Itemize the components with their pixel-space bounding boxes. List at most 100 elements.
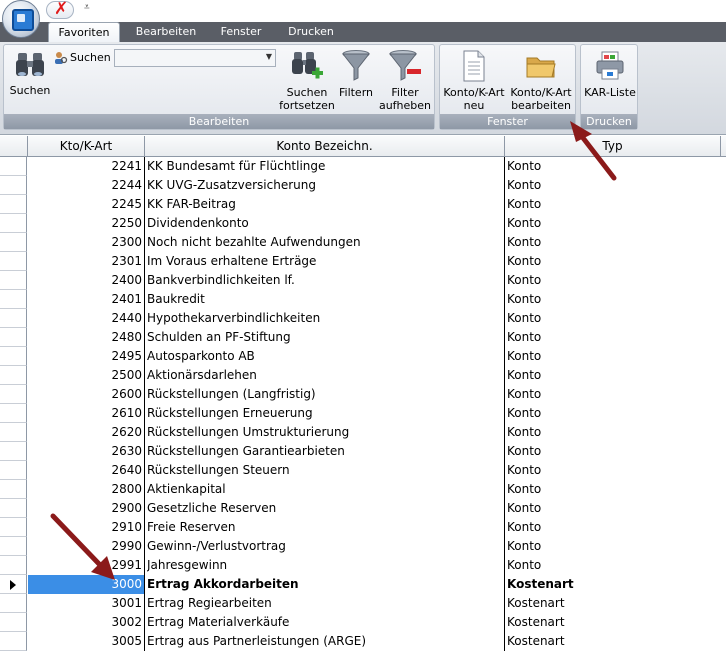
cell-typ[interactable]: Konto [507, 195, 717, 214]
cell-bezeichnung[interactable]: Noch nicht bezahlte Aufwendungen [147, 233, 503, 252]
cell-typ[interactable]: Kostenart [507, 594, 717, 613]
table-row[interactable]: 2991 Jahresgewinn Konto [0, 556, 726, 575]
filter-button[interactable]: Filtern [338, 49, 374, 99]
cell-bezeichnung[interactable]: Hypothekarverbindlichkeiten [147, 309, 503, 328]
cell-bezeichnung[interactable]: Rückstellungen Steuern [147, 461, 503, 480]
cell-kto[interactable]: 2244 [28, 176, 144, 195]
table-row[interactable]: 2245 KK FAR-Beitrag Konto [0, 195, 726, 214]
cell-kto[interactable]: 2401 [28, 290, 144, 309]
cell-bezeichnung[interactable]: Jahresgewinn [147, 556, 503, 575]
cell-bezeichnung[interactable]: Ertrag aus Partnerleistungen (ARGE) [147, 632, 503, 651]
cell-typ[interactable]: Konto [507, 328, 717, 347]
cell-kto[interactable]: 2495 [28, 347, 144, 366]
table-row[interactable]: 2480 Schulden an PF-Stiftung Konto [0, 328, 726, 347]
cell-typ[interactable]: Konto [507, 157, 717, 176]
cell-bezeichnung[interactable]: Ertrag Regiearbeiten [147, 594, 503, 613]
table-row[interactable]: 2241 KK Bundesamt für Flüchtlinge Konto [0, 157, 726, 176]
cell-typ[interactable]: Konto [507, 480, 717, 499]
column-header-typ[interactable]: Typ [505, 136, 721, 156]
cell-kto[interactable]: 2990 [28, 537, 144, 556]
tab-bearbeiten[interactable]: Bearbeiten [128, 22, 204, 42]
table-row[interactable]: 2900 Gesetzliche Reserven Konto [0, 499, 726, 518]
cell-kto[interactable]: 2630 [28, 442, 144, 461]
column-header-kto[interactable]: Kto/K-Art [28, 136, 145, 156]
cell-typ[interactable]: Konto [507, 518, 717, 537]
cell-bezeichnung[interactable]: Dividendenkonto [147, 214, 503, 233]
cell-typ[interactable]: Konto [507, 271, 717, 290]
cell-bezeichnung[interactable]: Aktienkapital [147, 480, 503, 499]
cell-kto[interactable]: 2241 [28, 157, 144, 176]
cell-kto[interactable]: 2910 [28, 518, 144, 537]
cell-kto[interactable]: 2900 [28, 499, 144, 518]
cell-bezeichnung[interactable]: Im Voraus erhaltene Erträge [147, 252, 503, 271]
cell-kto[interactable]: 3001 [28, 594, 144, 613]
cell-typ[interactable]: Konto [507, 252, 717, 271]
cell-kto[interactable]: 2620 [28, 423, 144, 442]
cell-typ[interactable]: Konto [507, 366, 717, 385]
table-row[interactable]: 2300 Noch nicht bezahlte Aufwendungen Kont… [0, 233, 726, 252]
kar-list-button[interactable]: KAR-Liste [582, 49, 638, 99]
table-row[interactable]: 2800 Aktienkapital Konto [0, 480, 726, 499]
table-row[interactable]: 2250 Dividendenkonto Konto [0, 214, 726, 233]
cell-typ[interactable]: Kostenart [507, 613, 717, 632]
tab-fenster[interactable]: Fenster [210, 22, 272, 42]
cell-kto[interactable]: 3000 [28, 575, 144, 594]
cell-bezeichnung[interactable]: Bankverbindlichkeiten lf. [147, 271, 503, 290]
cell-kto[interactable]: 2250 [28, 214, 144, 233]
cell-bezeichnung[interactable]: Autosparkonto AB [147, 347, 503, 366]
close-button[interactable]: ✗ [46, 0, 74, 19]
cell-bezeichnung[interactable]: KK UVG-Zusatzversicherung [147, 176, 503, 195]
cell-typ[interactable]: Konto [507, 442, 717, 461]
search-input[interactable]: ▼ [114, 49, 276, 67]
table-row[interactable]: 3000 Ertrag Akkordarbeiten Kostenart [0, 575, 726, 594]
cell-bezeichnung[interactable]: Ertrag Akkordarbeiten [147, 575, 503, 594]
cell-kto[interactable]: 2991 [28, 556, 144, 575]
table-row[interactable]: 2500 Aktionärsdarlehen Konto [0, 366, 726, 385]
cell-kto[interactable]: 2400 [28, 271, 144, 290]
cell-kto[interactable]: 2480 [28, 328, 144, 347]
cell-typ[interactable]: Kostenart [507, 575, 717, 594]
table-row[interactable]: 2401 Baukredit Konto [0, 290, 726, 309]
cell-bezeichnung[interactable]: Rückstellungen Garantiearbieten [147, 442, 503, 461]
cell-bezeichnung[interactable]: KK FAR-Beitrag [147, 195, 503, 214]
cell-typ[interactable]: Konto [507, 214, 717, 233]
cell-typ[interactable]: Konto [507, 423, 717, 442]
cell-typ[interactable]: Konto [507, 309, 717, 328]
cell-bezeichnung[interactable]: Freie Reserven [147, 518, 503, 537]
cell-bezeichnung[interactable]: Schulden an PF-Stiftung [147, 328, 503, 347]
cell-bezeichnung[interactable]: Aktionärsdarlehen [147, 366, 503, 385]
cell-bezeichnung[interactable]: Rückstellungen Erneuerung [147, 404, 503, 423]
cell-typ[interactable]: Konto [507, 233, 717, 252]
cell-typ[interactable]: Kostenart [507, 632, 717, 651]
konto-edit-button[interactable]: Konto/K-Art bearbeiten [508, 49, 574, 112]
cell-kto[interactable]: 3002 [28, 613, 144, 632]
filter-remove-button[interactable]: Filter aufheben [376, 49, 434, 112]
tab-drucken[interactable]: Drucken [278, 22, 344, 42]
table-row[interactable]: 2244 KK UVG-Zusatzversicherung Konto [0, 176, 726, 195]
cell-typ[interactable]: Konto [507, 385, 717, 404]
column-header-bezeichnung[interactable]: Konto Bezeichn. [145, 136, 505, 156]
table-row[interactable]: 2400 Bankverbindlichkeiten lf. Konto [0, 271, 726, 290]
cell-kto[interactable]: 2600 [28, 385, 144, 404]
cell-kto[interactable]: 2610 [28, 404, 144, 423]
table-row[interactable]: 3001 Ertrag Regiearbeiten Kostenart [0, 594, 726, 613]
cell-kto[interactable]: 2800 [28, 480, 144, 499]
cell-kto[interactable]: 2640 [28, 461, 144, 480]
table-row[interactable]: 2910 Freie Reserven Konto [0, 518, 726, 537]
cell-kto[interactable]: 3005 [28, 632, 144, 651]
tab-favoriten[interactable]: Favoriten [48, 22, 120, 42]
cell-bezeichnung[interactable]: Ertrag Materialverkäufe [147, 613, 503, 632]
table-row[interactable]: 2495 Autosparkonto AB Konto [0, 347, 726, 366]
table-row[interactable]: 2610 Rückstellungen Erneuerung Konto [0, 404, 726, 423]
table-row[interactable]: 2640 Rückstellungen Steuern Konto [0, 461, 726, 480]
cell-typ[interactable]: Konto [507, 347, 717, 366]
cell-bezeichnung[interactable]: Rückstellungen Umstrukturierung [147, 423, 503, 442]
cell-kto[interactable]: 2301 [28, 252, 144, 271]
cell-typ[interactable]: Konto [507, 537, 717, 556]
cell-bezeichnung[interactable]: Gesetzliche Reserven [147, 499, 503, 518]
search-button[interactable]: Suchen [6, 49, 54, 97]
cell-kto[interactable]: 2440 [28, 309, 144, 328]
cell-typ[interactable]: Konto [507, 290, 717, 309]
cell-kto[interactable]: 2500 [28, 366, 144, 385]
cell-typ[interactable]: Konto [507, 404, 717, 423]
